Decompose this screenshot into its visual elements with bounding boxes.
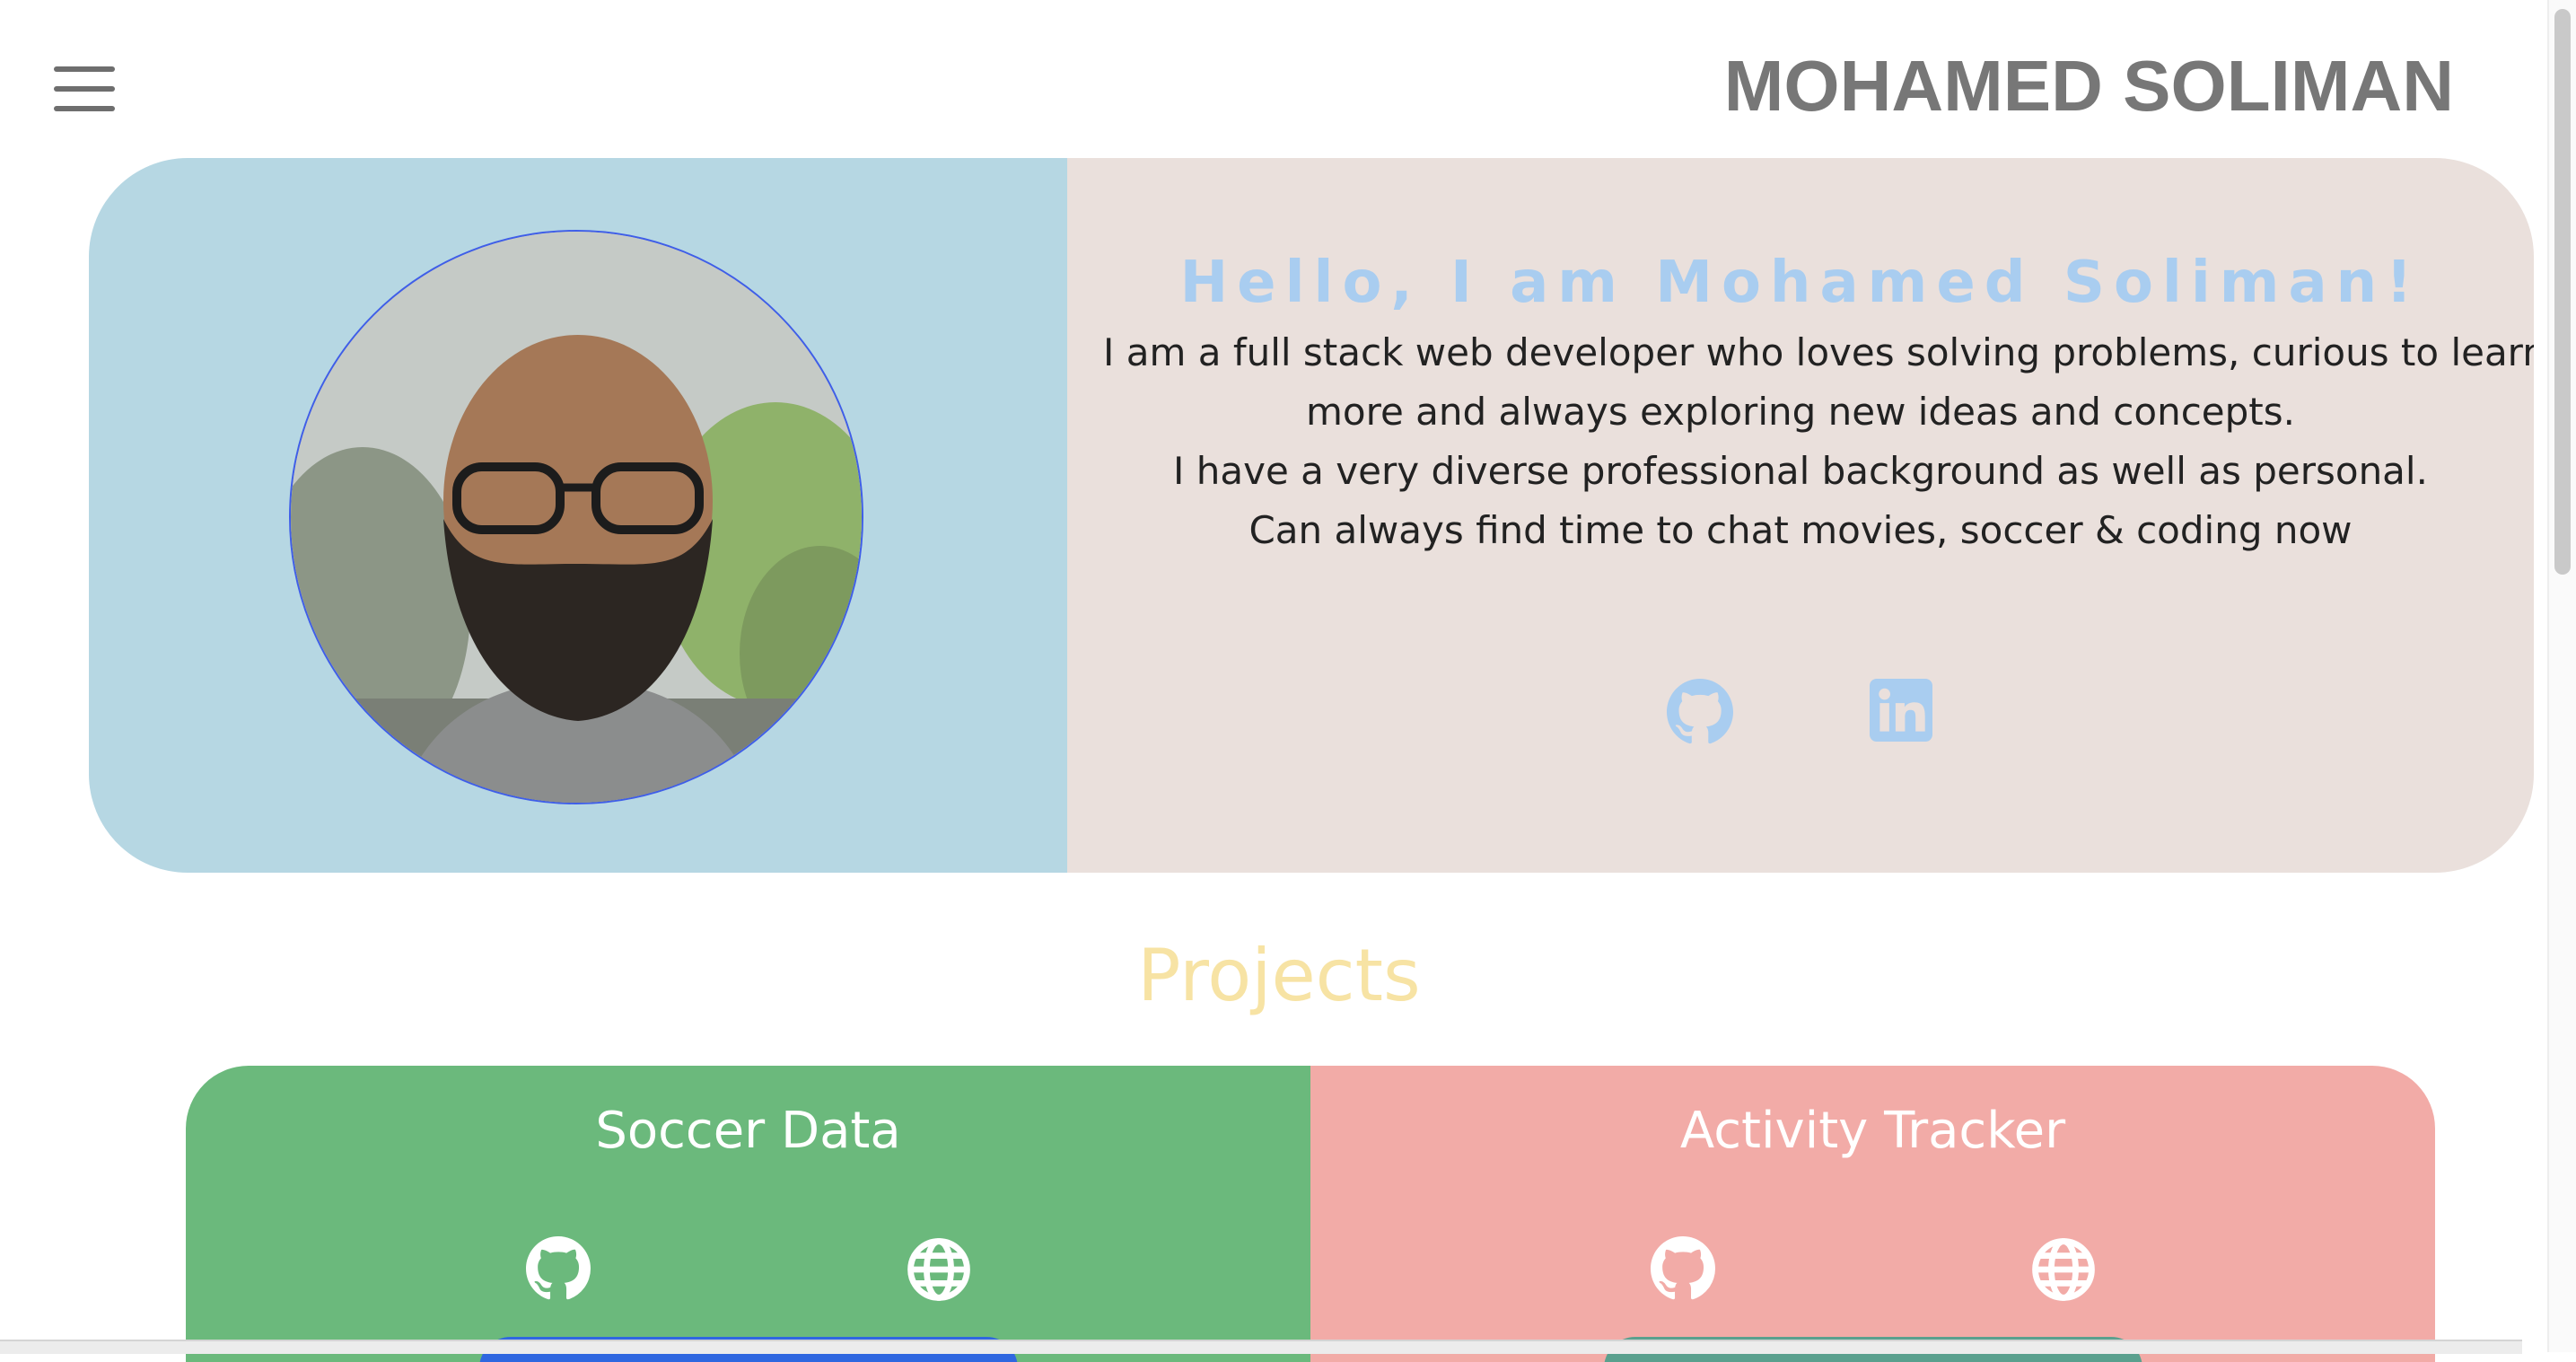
menu-bar xyxy=(54,66,115,72)
github-link[interactable] xyxy=(1667,679,1733,745)
site-title: MOHAMED SOLIMAN xyxy=(1723,46,2454,126)
github-icon xyxy=(1667,679,1733,745)
profile-photo xyxy=(289,230,863,804)
bio-line: more and always exploring new ideas and … xyxy=(1305,390,2295,434)
project-card-activity-tracker: Activity Tracker xyxy=(1310,1066,2435,1362)
menu-bar xyxy=(54,106,115,111)
project-card-soccer-data: Soccer Data xyxy=(186,1066,1310,1362)
hero-heading: Hello, I am Mohamed Soliman! xyxy=(1179,250,2422,316)
project-links xyxy=(186,1236,1310,1303)
project-github-link[interactable] xyxy=(525,1236,591,1303)
linkedin-link[interactable] xyxy=(1868,679,1934,745)
project-links xyxy=(1310,1236,2435,1303)
bio-line: I have a very diverse professional backg… xyxy=(1173,449,2428,493)
globe-icon xyxy=(906,1236,972,1303)
github-icon xyxy=(526,1236,591,1301)
projects-heading: Projects xyxy=(1137,934,1421,1017)
project-website-link[interactable] xyxy=(906,1236,972,1303)
profile-photo-illustration xyxy=(291,232,862,803)
vertical-scrollbar[interactable] xyxy=(2547,0,2576,1352)
hero-section: Hello, I am Mohamed Soliman! I am a full… xyxy=(89,158,2534,873)
project-website-link[interactable] xyxy=(2030,1236,2097,1303)
project-title: Soccer Data xyxy=(595,1102,901,1160)
bio-line: Can always find time to chat movies, soc… xyxy=(1249,508,2353,552)
scrollbar-thumb[interactable] xyxy=(2554,9,2571,575)
hero-photo-panel xyxy=(89,158,1067,873)
social-links xyxy=(1067,679,2534,745)
project-github-link[interactable] xyxy=(1650,1236,1716,1303)
projects-grid: Soccer Data Activity Tracker xyxy=(186,1066,2435,1362)
hero-intro-panel: Hello, I am Mohamed Soliman! I am a full… xyxy=(1067,158,2534,873)
bio-text: I am a full stack web developer who love… xyxy=(1103,323,2534,560)
globe-icon xyxy=(2030,1236,2097,1303)
github-icon xyxy=(1651,1236,1715,1301)
bio-line: I am a full stack web developer who love… xyxy=(1103,330,2534,374)
hamburger-menu-icon[interactable] xyxy=(54,66,115,111)
menu-bar xyxy=(54,86,115,92)
project-title: Activity Tracker xyxy=(1679,1102,2066,1160)
linkedin-icon xyxy=(1870,679,1932,742)
